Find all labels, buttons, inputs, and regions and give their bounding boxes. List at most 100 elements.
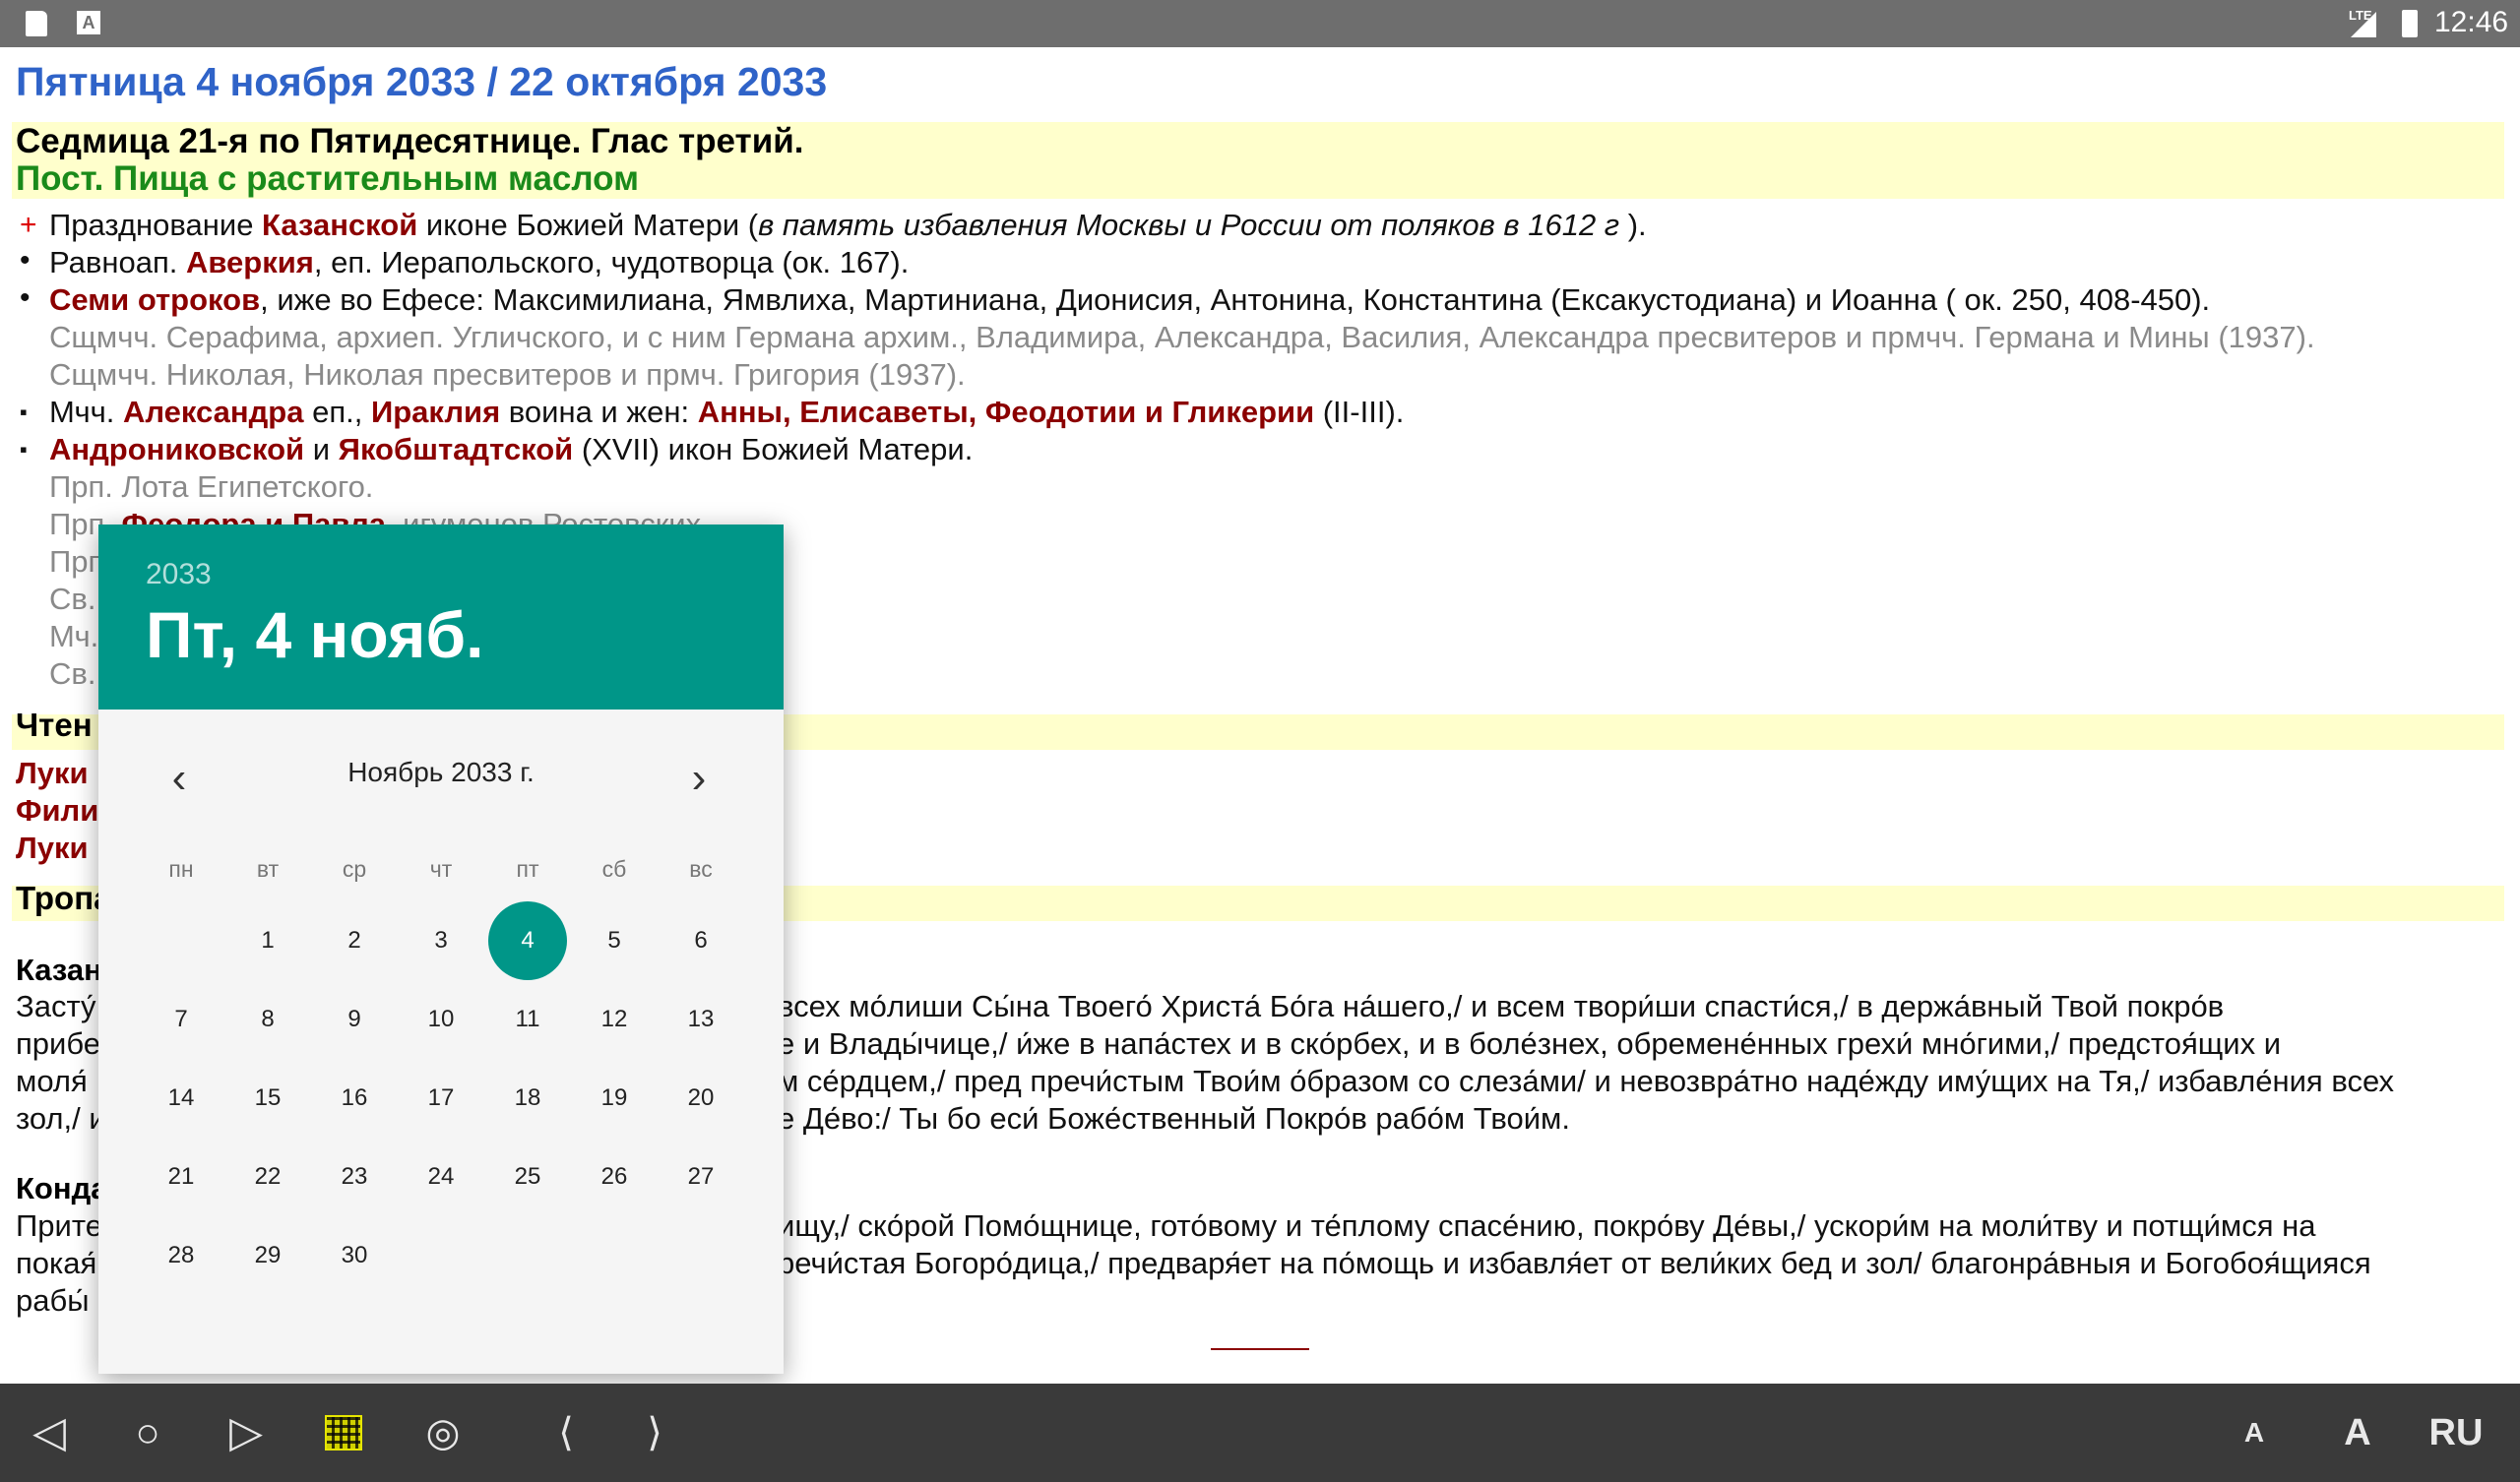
calendar-day[interactable]: 3 — [402, 901, 480, 980]
weekday-label: чт — [429, 856, 453, 882]
saint-link[interactable]: Казанской — [262, 208, 417, 242]
kondak-title: Конда — [16, 1171, 108, 1205]
readings-heading: Чтен — [16, 707, 93, 743]
calendar-day[interactable]: 1 — [228, 901, 307, 980]
calendar-day[interactable]: 19 — [575, 1059, 654, 1138]
saint-line: Сщмчч. Николая, Николая пресвитеров и пр… — [49, 357, 966, 392]
saint-line: Равноап. Аверкия, еп. Иерапольского, чуд… — [49, 245, 910, 279]
saint-link[interactable]: Ираклия — [371, 395, 500, 429]
saint-link[interactable]: Анны, Елисаветы, Феодотии и Гликерии — [698, 395, 1314, 429]
calendar-day[interactable]: 10 — [402, 980, 480, 1059]
back-icon[interactable]: ◁ — [20, 1384, 79, 1482]
font-larger-button[interactable]: A — [2333, 1384, 2382, 1482]
home-icon[interactable]: ○ — [118, 1384, 177, 1482]
calendar-day-selected[interactable]: 4 — [488, 901, 567, 980]
section-divider — [1211, 1348, 1309, 1350]
page-title: Пятница 4 ноября 2033 / 22 октября 2033 — [16, 59, 828, 104]
app-notification-icon: A — [77, 11, 100, 34]
kondak-line: ищу,/ ско́рой Помо́щнице, гото́вому и те… — [778, 1208, 2316, 1243]
bullet-icon: • — [20, 281, 31, 314]
weekday-label: вт — [256, 856, 280, 882]
saint-line: Св. — [49, 582, 96, 616]
calendar-day[interactable]: 15 — [228, 1059, 307, 1138]
saint-line: Сщмчч. Серафима, архиеп. Угличского, и с… — [49, 320, 2315, 354]
bullet-icon: • — [20, 244, 31, 277]
saint-link[interactable]: Аверкия — [186, 245, 314, 279]
language-button[interactable]: RU — [2417, 1384, 2495, 1482]
saint-line: Прп. Лота Египетского. — [49, 469, 374, 504]
calendar-day[interactable]: 26 — [575, 1138, 654, 1216]
year-selector[interactable]: 2033 — [146, 558, 212, 591]
weekday-label: вс — [689, 856, 713, 882]
date-picker-dialog[interactable]: 2033 Пт, 4 нояб. ‹ Ноябрь 2033 г. › пн вт… — [98, 525, 784, 1374]
lte-label: LTE — [2349, 8, 2372, 23]
tropar-line: моля́ — [16, 1064, 88, 1098]
kondak-line: речи́стая Богоро́дица,/ предваря́ет на п… — [778, 1246, 2371, 1280]
recents-icon[interactable]: ▷ — [217, 1384, 276, 1482]
reading-link[interactable]: Луки — [16, 756, 89, 791]
saint-link[interactable]: Семи отроков — [49, 282, 260, 317]
calendar-day[interactable]: 23 — [315, 1138, 394, 1216]
calendar-day[interactable]: 25 — [488, 1138, 567, 1216]
calendar-day[interactable]: 2 — [315, 901, 394, 980]
reading-link[interactable]: Фили — [16, 793, 98, 829]
calendar-day[interactable]: 28 — [142, 1216, 220, 1295]
week-label: Седмица 21-я по Пятидесятнице. Глас трет… — [16, 122, 804, 160]
calendar-day[interactable]: 20 — [662, 1059, 740, 1138]
battery-icon — [2402, 10, 2418, 37]
calendar-day[interactable]: 9 — [315, 980, 394, 1059]
status-bar: A LTE 12:46 — [0, 0, 2520, 47]
calendar-day[interactable]: 27 — [662, 1138, 740, 1216]
nav-bar: ◁ ○ ▷ ◎ ⟨ ⟩ A A RU — [0, 1384, 2520, 1482]
tropar-line: е и Влады́чице,/ и́же в напа́стех и в ск… — [778, 1026, 2282, 1061]
saint-link[interactable]: Якобштадтской — [339, 432, 574, 466]
selected-date-label[interactable]: Пт, 4 нояб. — [146, 597, 483, 672]
saint-link[interactable]: Александра — [123, 395, 303, 429]
tropar-line: всех мо́лиши Сы́на Твоего́ Христа́ Бо́га… — [778, 989, 2225, 1023]
calendar-day[interactable]: 24 — [402, 1138, 480, 1216]
calendar-day[interactable]: 29 — [228, 1216, 307, 1295]
saint-line: Празднование Казанской иконе Божией Мате… — [49, 208, 1647, 242]
tropar-line: зол,/ и — [16, 1101, 106, 1136]
tropar-line: прибе — [16, 1026, 100, 1061]
tropar-line: Засту́ — [16, 989, 96, 1023]
reading-link[interactable]: Луки — [16, 831, 89, 866]
calendar-day[interactable]: 8 — [228, 980, 307, 1059]
prev-day-icon[interactable]: ⟨ — [541, 1384, 591, 1482]
weekday-label: ср — [342, 856, 367, 882]
calendar-day[interactable]: 13 — [662, 980, 740, 1059]
calendar-day[interactable]: 21 — [142, 1138, 220, 1216]
saint-line: Андрониковской и Якобштадтской (XVII) ик… — [49, 432, 974, 466]
saint-line: Семи отроков, иже во Ефесе: Максимилиана… — [49, 282, 2211, 317]
calendar-day[interactable]: 14 — [142, 1059, 220, 1138]
calendar-day[interactable]: 16 — [315, 1059, 394, 1138]
saint-link[interactable]: Андрониковской — [49, 432, 304, 466]
calendar-day[interactable]: 7 — [142, 980, 220, 1059]
saint-line: Св. — [49, 656, 96, 691]
clock: 12:46 — [2434, 6, 2509, 38]
saint-line: Мчч. Александра еп., Ираклия воина и жен… — [49, 395, 1405, 429]
fast-label: Пост. Пища с растительным маслом — [16, 159, 639, 198]
calendar-day[interactable]: 5 — [575, 901, 654, 980]
calendar-day[interactable]: 6 — [662, 901, 740, 980]
tropar-title: Казан — [16, 953, 102, 987]
calendar-day[interactable]: 11 — [488, 980, 567, 1059]
calendar-day[interactable]: 30 — [315, 1216, 394, 1295]
kondak-line: покая́ — [16, 1246, 97, 1280]
weekday-label: пт — [516, 856, 539, 882]
kondak-line: рабы́ — [16, 1283, 90, 1318]
calendar-day[interactable]: 22 — [228, 1138, 307, 1216]
font-smaller-button[interactable]: A — [2235, 1384, 2274, 1482]
calendar-day[interactable]: 17 — [402, 1059, 480, 1138]
calendar-grid-icon[interactable] — [325, 1415, 362, 1451]
calendar-day[interactable]: 18 — [488, 1059, 567, 1138]
next-day-icon[interactable]: ⟩ — [630, 1384, 679, 1482]
weekday-label: пн — [168, 856, 194, 882]
circle-target-icon[interactable]: ◎ — [413, 1384, 472, 1482]
bullet-icon: ▪ — [20, 437, 28, 462]
troparia-heading: Тропа — [16, 880, 112, 916]
tropar-line: м се́рдцем,/ пред пречи́стым Твои́м о́бр… — [778, 1064, 2395, 1098]
next-month-icon[interactable]: › — [669, 751, 728, 810]
calendar-day[interactable]: 12 — [575, 980, 654, 1059]
bullet-icon: ▪ — [20, 400, 28, 424]
